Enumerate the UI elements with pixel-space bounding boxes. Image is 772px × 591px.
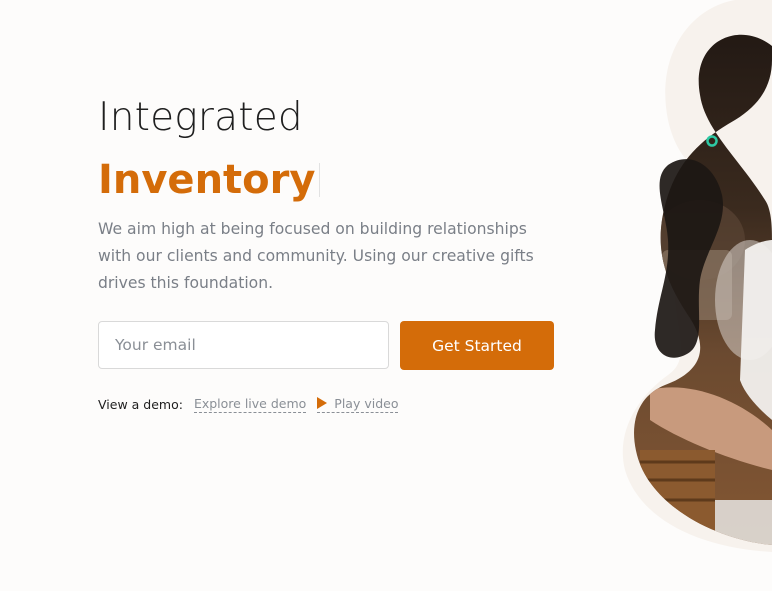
email-input[interactable]	[98, 321, 389, 369]
play-video-link[interactable]: Play video	[317, 396, 399, 413]
headline-primary: Integrated	[98, 95, 303, 140]
demo-links: View a demo: Explore live demo Play vide…	[98, 396, 399, 413]
explore-live-demo-link[interactable]: Explore live demo	[193, 396, 307, 413]
hero-illustration	[622, 0, 772, 552]
get-started-button[interactable]: Get Started	[400, 321, 554, 370]
hero-section: Integrated Inventory We aim high at bein…	[98, 92, 568, 313]
headline-accent: Inventory	[98, 157, 316, 203]
signup-form: Get Started	[98, 321, 554, 370]
typing-cursor	[319, 163, 321, 197]
play-icon	[317, 397, 328, 409]
headline-secondary-wrap: Inventory	[98, 144, 568, 206]
demo-label: View a demo:	[98, 397, 183, 412]
hero-description: We aim high at being focused on building…	[98, 220, 534, 292]
play-video-label: Play video	[334, 396, 399, 411]
